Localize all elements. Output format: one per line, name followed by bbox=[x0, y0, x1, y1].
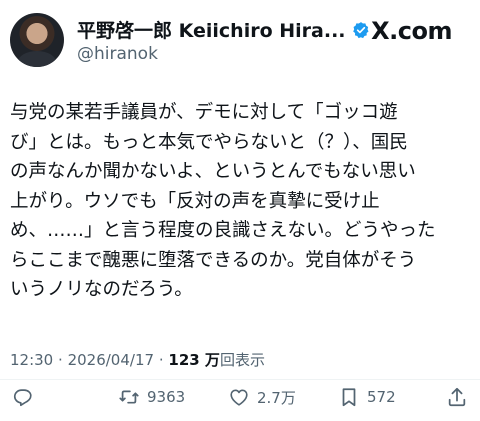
tweet-text: 与党の某若手議員が、デモに対して「ゴッコ遊 び」とは。もっと本気でやらないと（？… bbox=[10, 102, 436, 300]
views-label: 回表示 bbox=[219, 351, 265, 369]
meta-separator: · bbox=[158, 351, 164, 369]
divider bbox=[0, 379, 480, 380]
avatar[interactable] bbox=[10, 13, 64, 67]
like-button[interactable]: 2.7万 bbox=[228, 386, 296, 408]
tweet-date[interactable]: 2026/04/17 bbox=[68, 351, 154, 369]
views-count: 123 万 bbox=[168, 351, 220, 369]
bookmark-button[interactable]: 572 bbox=[338, 386, 396, 408]
action-bar: 9363 2.7万 572 bbox=[10, 386, 470, 416]
bookmark-icon bbox=[342, 388, 356, 407]
author-handle[interactable]: @hiranok bbox=[77, 44, 158, 64]
heart-icon bbox=[230, 389, 248, 406]
meta-separator: · bbox=[58, 351, 63, 369]
share-button[interactable] bbox=[446, 386, 468, 408]
reply-button[interactable] bbox=[12, 386, 34, 408]
share-icon bbox=[448, 387, 466, 407]
like-count: 2.7万 bbox=[257, 388, 296, 407]
bookmark-count: 572 bbox=[367, 388, 396, 406]
tweet-time[interactable]: 12:30 bbox=[10, 351, 53, 369]
reply-icon bbox=[13, 389, 32, 407]
author-display-name[interactable]: 平野啓一郎 Keiichiro Hira... bbox=[77, 16, 346, 43]
verified-badge-icon bbox=[352, 21, 369, 38]
x-logo: X.com bbox=[371, 17, 452, 45]
retweet-button[interactable]: 9363 bbox=[118, 386, 185, 408]
retweet-icon bbox=[119, 390, 139, 404]
author-name-row: 平野啓一郎 Keiichiro Hira... bbox=[77, 16, 370, 43]
tweet-meta: 12:30 · 2026/04/17 · 123 万回表示 bbox=[10, 349, 265, 370]
retweet-count: 9363 bbox=[147, 388, 186, 406]
